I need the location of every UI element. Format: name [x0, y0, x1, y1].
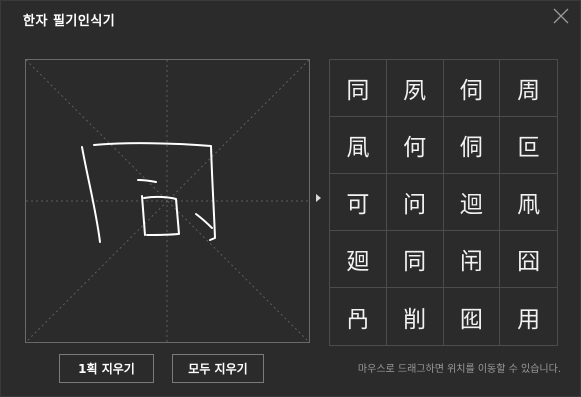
candidate-cell[interactable]: 迴 [443, 174, 501, 231]
arrow-right-icon [316, 194, 321, 202]
candidate-cell[interactable]: 伺 [443, 60, 501, 117]
candidate-cell[interactable]: 何 [386, 117, 444, 174]
candidate-cell[interactable]: 叵 [500, 117, 557, 174]
candidate-grid: 同 夙 伺 周 凬 何 侗 叵 可 问 迴 凧 廻 同 闬 囧 冎 削 囮 用 [329, 59, 558, 346]
handwritten-strokes [81, 142, 216, 243]
candidate-cell[interactable]: 同 [386, 231, 444, 288]
candidate-cell[interactable]: 冎 [330, 288, 387, 345]
candidate-cell[interactable]: 可 [330, 174, 387, 231]
candidate-cell[interactable]: 同 [330, 60, 387, 117]
candidate-cell[interactable]: 囧 [500, 231, 557, 288]
clear-all-button[interactable]: 모두 지우기 [172, 354, 264, 383]
candidate-cell[interactable]: 用 [500, 288, 557, 345]
candidate-cell[interactable]: 廻 [330, 231, 387, 288]
candidate-cell[interactable]: 侗 [443, 117, 501, 174]
close-icon[interactable] [552, 7, 570, 25]
candidate-cell[interactable]: 削 [387, 288, 444, 345]
window-title: 한자 필기인식기 [23, 14, 116, 29]
clear-stroke-button[interactable]: 1획 지우기 [59, 354, 154, 383]
handwriting-window: 한자 필기인식기 同 夙 伺 周 凬 何 侗 叵 可 问 迴 凧 廻 同 闬 囧… [0, 0, 581, 397]
candidate-cell[interactable]: 凬 [330, 117, 387, 174]
candidate-cell[interactable]: 闬 [443, 231, 501, 288]
writing-canvas[interactable] [26, 60, 309, 342]
candidate-cell[interactable]: 凧 [500, 174, 557, 231]
handwriting-pad[interactable] [25, 59, 310, 343]
drag-hint: 마우스로 드래그하면 위치를 이동할 수 있습니다. [357, 364, 561, 375]
candidate-cell[interactable]: 问 [386, 174, 444, 231]
candidate-cell[interactable]: 夙 [386, 60, 444, 117]
candidate-cell[interactable]: 囮 [444, 288, 501, 345]
candidate-cell[interactable]: 周 [500, 60, 557, 117]
